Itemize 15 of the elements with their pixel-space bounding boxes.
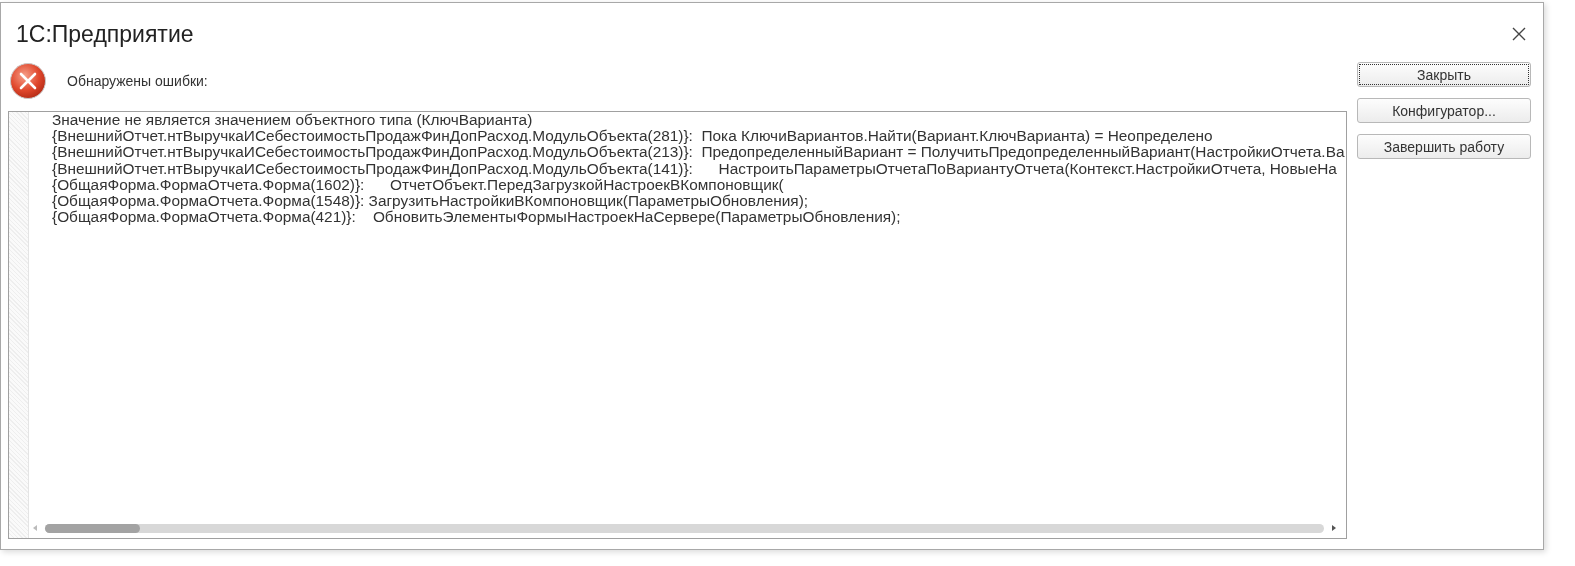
- close-icon[interactable]: [1511, 26, 1527, 42]
- dialog-button[interactable]: Конфигуратор...: [1357, 98, 1531, 123]
- error-line: {ОбщаяФорма.ФормаОтчета.Форма(1548)}: ЗагрузитьНастройкиВКомпоновщик(ПараметрыОбновления);: [52, 193, 809, 210]
- error-icon: [9, 62, 47, 100]
- error-line: {ВнешнийОтчет.нтВыручкаИСебестоимостьПродажФинДопРасход.МодульОбъекта(281)}: Пока КлючиВариантов.Найти(Вариант.КлючВарианта) = Неопределено: [52, 128, 1214, 145]
- error-line: {ОбщаяФорма.ФормаОтчета.Форма(421)}: ОбновитьЭлементыФормыНастроекНаСервере(ПараметрыОбновления);: [52, 209, 902, 226]
- dialog-button[interactable]: Закрыть: [1357, 62, 1531, 87]
- error-line: {ВнешнийОтчет.нтВыручкаИСебестоимостьПродажФинДопРасход.МодульОбъекта(141)}: НастроитьПараметрыОтчетаПоВариантуОтчета(Контекст.НастройкиОтчета, НовыеНа: [52, 160, 1337, 177]
- error-heading: Обнаружены ошибки:: [67, 73, 208, 89]
- error-line: {ОбщаяФорма.ФормаОтчета.Форма(1602)}: ОтчетОбъект.ПередЗагрузкойНастроекВКомпоновщик(: [52, 176, 784, 193]
- error-line: Значение не является значением объектного типа (КлючВарианта): [52, 112, 534, 129]
- scroll-right-icon[interactable]: [1331, 525, 1337, 531]
- error-line: {ВнешнийОтчет.нтВыручкаИСебестоимостьПродажФинДопРасход.МодульОбъекта(213)}: ПредопределенныйВариант = ПолучитьПредопределенныйВариант(НастройкиОтчета.Ва: [52, 144, 1345, 161]
- window-title: 1С:Предприятие: [16, 20, 194, 48]
- dialog-button[interactable]: Завершить работу: [1357, 134, 1531, 159]
